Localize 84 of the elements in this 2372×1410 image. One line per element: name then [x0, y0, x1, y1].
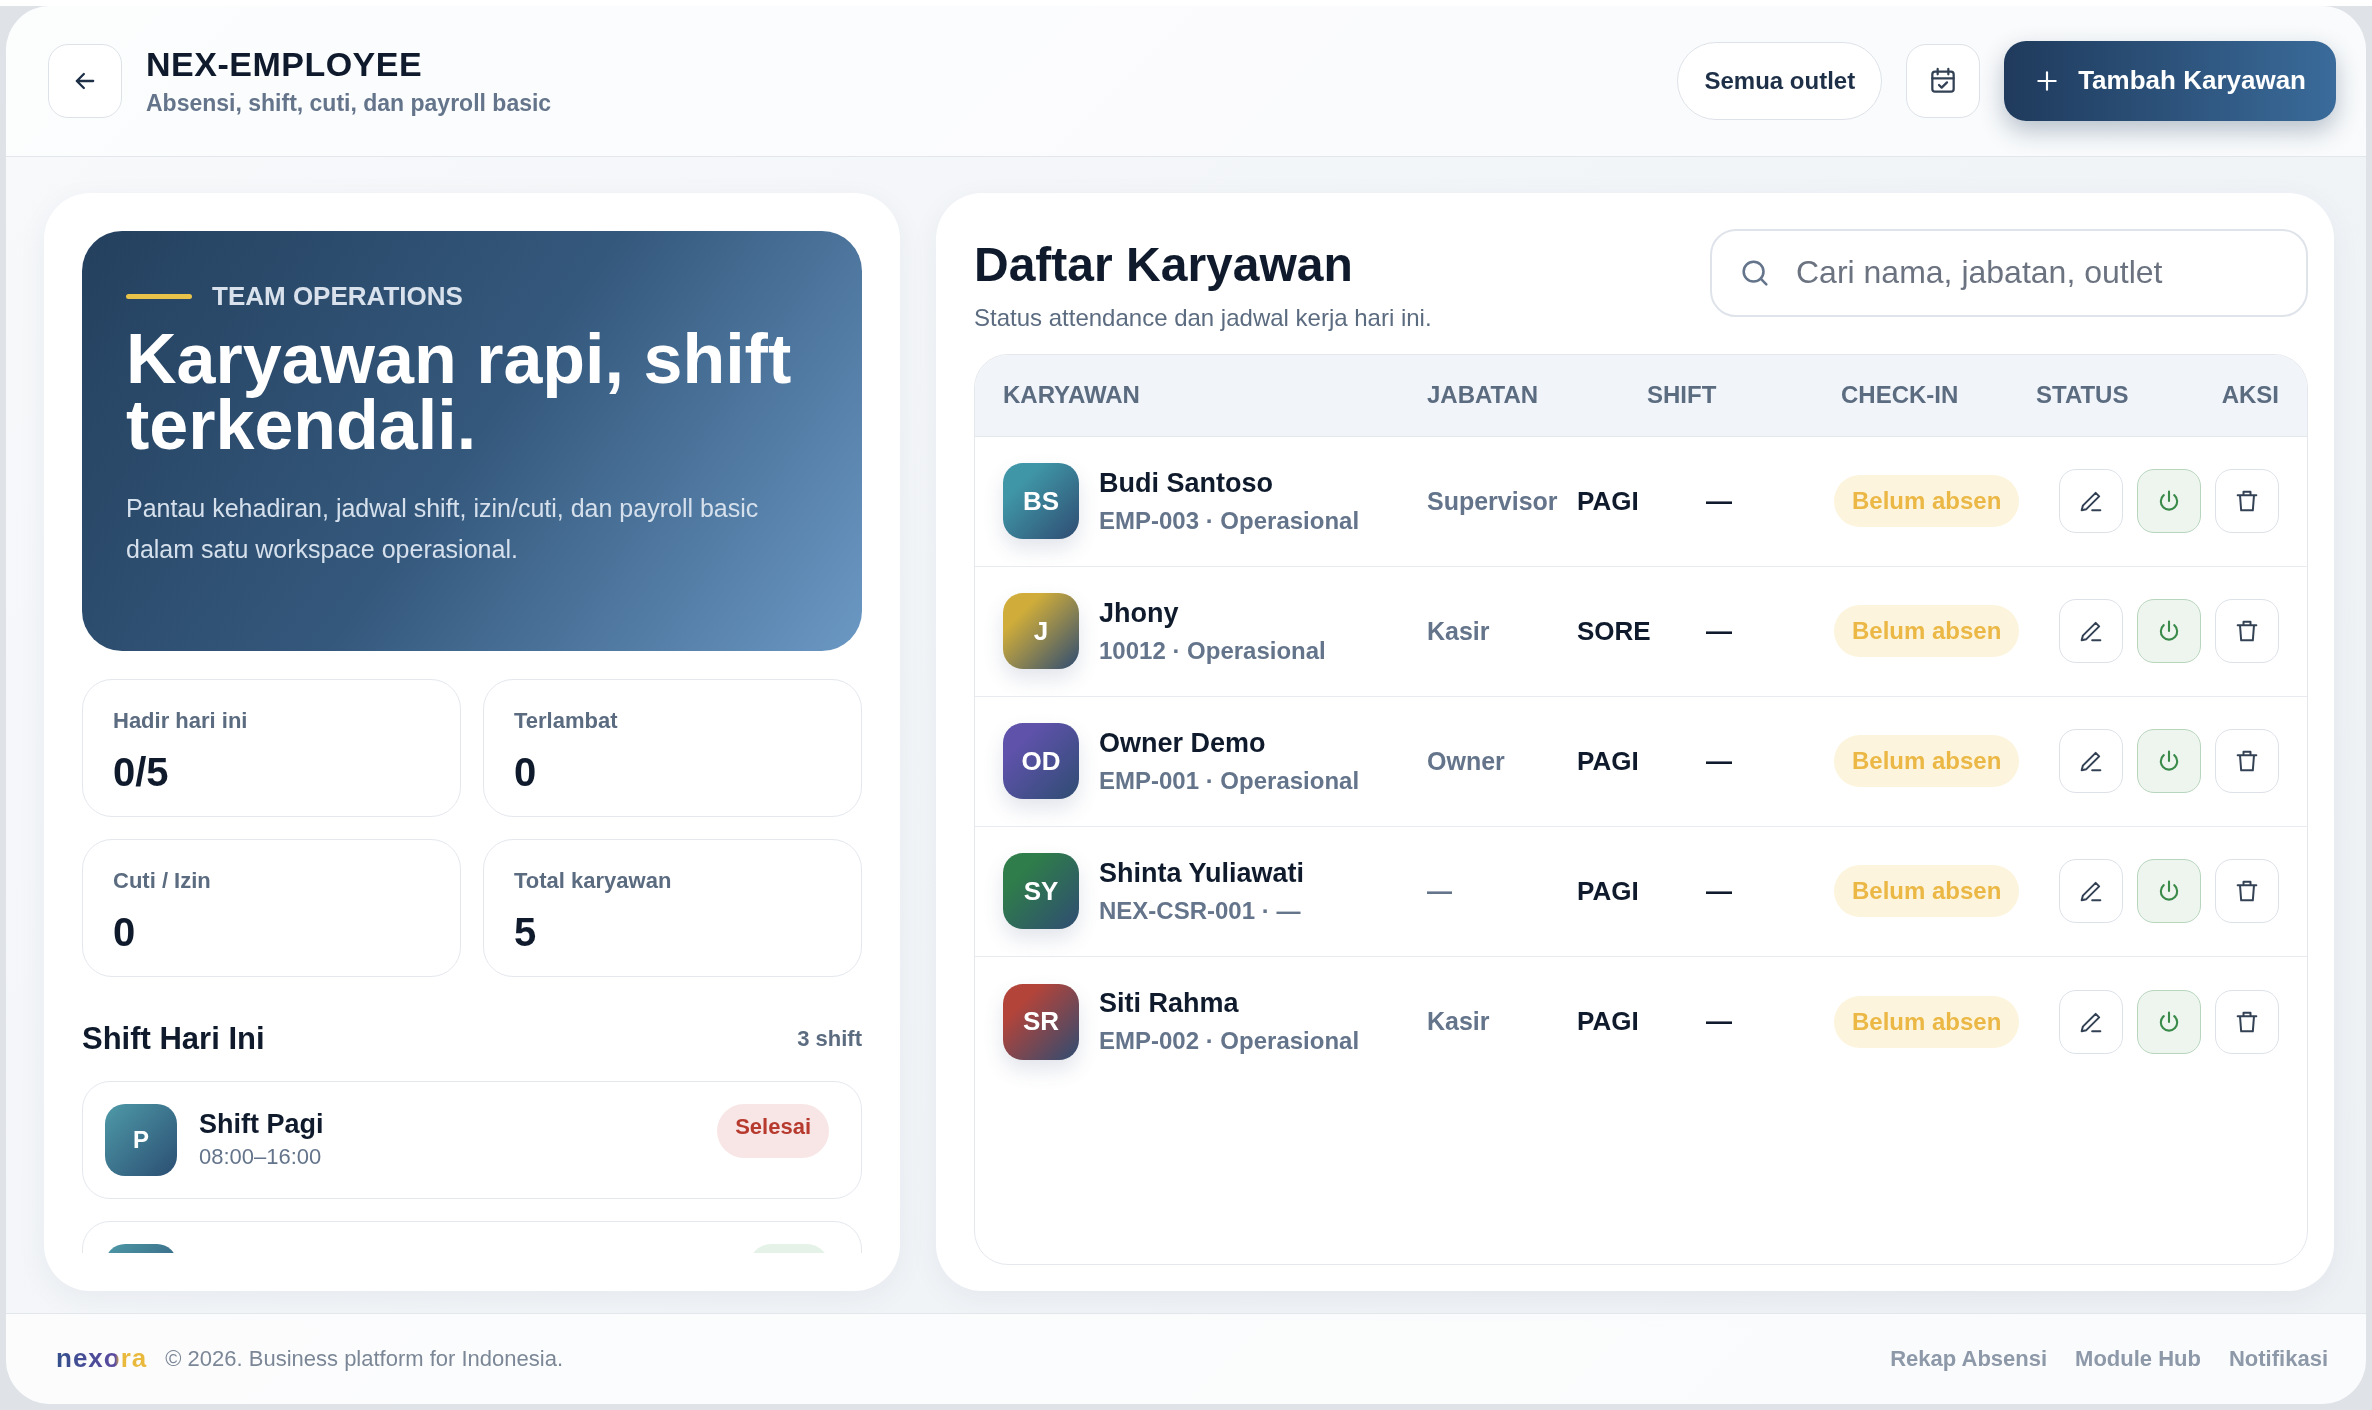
edit-button[interactable]: [2059, 729, 2123, 794]
hero-title: Karyawan rapi, shift terkendali.: [126, 325, 793, 458]
status-badge: Belum absen: [1834, 865, 2020, 918]
employee-id: EMP-002 · Operasional: [1099, 1027, 1360, 1056]
column-header: CHECK-IN: [1841, 381, 1960, 410]
panel-subtitle: Status attendance dan jadwal kerja hari ini.: [974, 303, 1432, 332]
stat-value: 0: [113, 909, 137, 955]
status-badge: Belum absen: [1834, 735, 2020, 788]
employee-id: NEX-CSR-001 · —: [1099, 896, 1302, 925]
employee-id: EMP-003 · Operasional: [1099, 506, 1360, 535]
employee-name: Siti Rahma: [1099, 988, 1240, 1020]
table-cell-text: —: [1706, 1006, 1733, 1038]
power-button[interactable]: [2137, 989, 2201, 1054]
calendar-button[interactable]: [1906, 43, 1981, 118]
edit-button[interactable]: [2059, 599, 2123, 664]
table-cell-text: —: [1706, 615, 1733, 647]
employee-id: EMP-001 · Operasional: [1099, 766, 1360, 795]
stat-value: 0/5: [113, 749, 170, 795]
column-header: STATUS: [2036, 381, 2130, 410]
copyright-text: © 2026. Business platform for Indonesia.: [165, 1345, 565, 1372]
column-header: AKSI: [2221, 381, 2279, 410]
delete-button[interactable]: [2215, 469, 2279, 534]
shift-time: 08:00–16:00: [199, 1144, 323, 1171]
table-cell-text: Supervisor: [1427, 486, 1559, 516]
power-button[interactable]: [2137, 599, 2201, 664]
table-cell-text: —: [1706, 485, 1733, 517]
table-cell-text: Owner: [1427, 746, 1506, 776]
table-cell-text: PAGI: [1577, 745, 1640, 777]
status-badge: Belum absen: [1834, 475, 2020, 528]
employee-name: Jhony: [1099, 597, 1180, 629]
table-cell-text: —: [1706, 875, 1733, 907]
avatar: BS: [1003, 463, 1079, 540]
table-cell-text: —: [1706, 745, 1733, 777]
stat-label: Hadir hari ini: [113, 707, 249, 734]
delete-button[interactable]: [2215, 859, 2279, 924]
shift-name: Shift Pagi: [199, 1109, 325, 1141]
table-cell-text: SORE: [1577, 615, 1652, 647]
power-button[interactable]: [2137, 469, 2201, 534]
edit-button[interactable]: [2059, 469, 2123, 534]
employee-name: Shinta Yuliawati: [1099, 857, 1305, 889]
status-badge: Belum absen: [1834, 605, 2020, 658]
employee-name: Budi Santoso: [1099, 467, 1274, 499]
avatar: J: [1003, 593, 1079, 670]
avatar: OD: [1003, 723, 1079, 800]
accent-bar: [126, 293, 192, 299]
avatar: SR: [1003, 983, 1079, 1060]
panel-title: Daftar Karyawan: [974, 236, 1354, 292]
outlet-filter-button[interactable]: Semua outlet: [1677, 41, 1883, 120]
app-title: NEX-EMPLOYEE: [146, 44, 424, 84]
status-badge: Belum absen: [1834, 995, 2020, 1048]
column-header: SHIFT: [1647, 381, 1718, 410]
power-button[interactable]: [2137, 859, 2201, 924]
app-subtitle: Absensi, shift, cuti, dan payroll basic: [146, 89, 553, 117]
column-header: JABATAN: [1427, 381, 1540, 410]
table-cell-text: PAGI: [1577, 485, 1640, 517]
status-badge: Selesai: [717, 1103, 829, 1158]
table-cell-text: Kasir: [1427, 616, 1491, 646]
employee-name: Owner Demo: [1099, 727, 1267, 759]
shift-avatar: P: [105, 1103, 177, 1176]
column-header: KARYAWAN: [1003, 381, 1141, 410]
stat-value: 0: [514, 749, 538, 795]
shift-count: 3 shift: [797, 1025, 862, 1052]
table-cell-text: Kasir: [1427, 1007, 1491, 1037]
avatar: SY: [1003, 853, 1079, 930]
hero-eyebrow: TEAM OPERATIONS: [212, 280, 463, 312]
search-field[interactable]: Cari nama, jabatan, outlet: [1710, 228, 2308, 317]
add-employee-button[interactable]: Tambah Karyawan: [2004, 40, 2336, 121]
hero-description: Pantau kehadiran, jadwal shift, izin/cuti, dan payroll basic dalam satu workspace operasional.: [126, 492, 760, 565]
shift-card[interactable]: P Shift Pagi 08:00–16:00 Selesai: [82, 1080, 862, 1199]
edit-button[interactable]: [2059, 859, 2123, 924]
stat-label: Total karyawan: [514, 867, 673, 894]
employee-id: 10012 · Operasional: [1099, 636, 1326, 665]
edit-button[interactable]: [2059, 989, 2123, 1054]
table-cell-text: —: [1427, 876, 1453, 906]
table-cell-text: PAGI: [1577, 1006, 1640, 1038]
power-button[interactable]: [2137, 729, 2201, 794]
delete-button[interactable]: [2215, 729, 2279, 794]
section-title: Shift Hari Ini: [82, 1020, 265, 1057]
stat-label: Terlambat: [514, 707, 619, 734]
delete-button[interactable]: [2215, 599, 2279, 664]
delete-button[interactable]: [2215, 989, 2279, 1054]
stat-label: Cuti / Izin: [113, 867, 212, 894]
stat-value: 5: [514, 909, 538, 955]
table-cell-text: PAGI: [1577, 875, 1640, 907]
